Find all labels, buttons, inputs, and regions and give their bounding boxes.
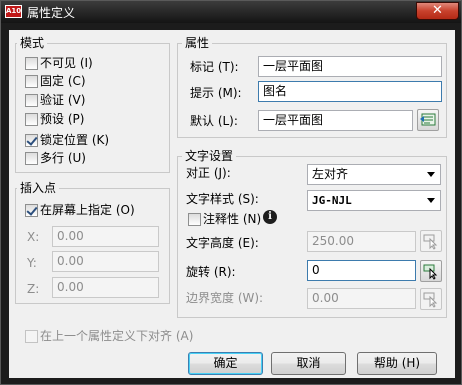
tag-input[interactable]: 一层平面图 — [258, 56, 442, 77]
title-bar[interactable]: A10 属性定义 ✕ — [1, 1, 461, 23]
x-label: X: — [27, 230, 40, 244]
z-input[interactable]: 0.00 — [52, 277, 159, 298]
text-height-input[interactable]: 250.00 — [307, 231, 416, 252]
chevron-down-icon — [427, 198, 435, 203]
insertion-point-group-title: 插入点 — [17, 181, 60, 195]
y-label: Y: — [27, 256, 37, 270]
rotation-pick-button[interactable] — [420, 260, 442, 282]
text-settings-group-title: 文字设置 — [182, 149, 237, 163]
invisible-label[interactable]: 不可见 (I) — [40, 56, 93, 70]
default-input[interactable]: 一层平面图 — [258, 110, 413, 131]
insert-field-icon — [420, 113, 436, 126]
dialog-title: 属性定义 — [27, 6, 76, 20]
rotation-label: 旋转 (R): — [186, 265, 236, 279]
autocad-app-icon: A10 — [5, 5, 22, 18]
boundary-width-label: 边界宽度 (W): — [186, 291, 264, 305]
pick-point-icon — [423, 234, 438, 250]
prompt-label: 提示 (M): — [190, 86, 242, 100]
constant-label[interactable]: 固定 (C) — [40, 74, 86, 88]
justification-select[interactable]: 左对齐 — [307, 164, 441, 185]
default-label: 默认 (L): — [190, 114, 238, 128]
invisible-checkbox[interactable] — [25, 57, 38, 70]
annotative-label[interactable]: 注释性 (N) — [203, 212, 261, 226]
mode-group-title: 模式 — [17, 36, 48, 50]
x-input[interactable]: 0.00 — [52, 226, 159, 247]
dialog-client: 模式 不可见 (I) 固定 (C) 验证 (V) 预设 (P) 锁定位置 (K)… — [9, 30, 455, 378]
info-icon[interactable]: i — [263, 210, 277, 224]
chevron-down-icon — [427, 172, 435, 177]
insert-field-button[interactable] — [417, 109, 439, 131]
boundary-width-input[interactable]: 0.00 — [307, 288, 416, 309]
lock-position-checkbox[interactable] — [25, 134, 38, 147]
justification-label: 对正 (J): — [186, 166, 231, 180]
specify-on-screen-label[interactable]: 在屏幕上指定 (O) — [40, 203, 135, 217]
y-input[interactable]: 0.00 — [52, 251, 159, 272]
verify-checkbox[interactable] — [25, 94, 38, 107]
align-below-label[interactable]: 在上一个属性定义下对齐 (A) — [40, 329, 193, 343]
prompt-input[interactable]: 图名 — [258, 81, 442, 102]
annotative-checkbox[interactable] — [188, 213, 201, 226]
pick-point-icon — [423, 292, 438, 308]
lock-position-label[interactable]: 锁定位置 (K) — [40, 133, 109, 147]
justification-value: 左对齐 — [312, 167, 349, 181]
constant-checkbox[interactable] — [25, 75, 38, 88]
boundary-width-pick-button[interactable] — [420, 288, 442, 310]
text-style-select[interactable]: JG-NJL — [307, 190, 441, 211]
preset-checkbox[interactable] — [25, 113, 38, 126]
preset-label[interactable]: 预设 (P) — [40, 112, 84, 126]
rotation-input[interactable]: 0 — [307, 260, 416, 281]
text-height-label: 文字高度 (E): — [186, 236, 259, 250]
text-style-value: JG-NJL — [312, 194, 352, 207]
close-button[interactable]: ✕ — [416, 2, 459, 20]
pick-point-icon — [423, 264, 438, 280]
help-button[interactable]: 帮助 (H) — [357, 352, 437, 375]
text-style-label: 文字样式 (S): — [186, 192, 259, 206]
text-height-pick-button[interactable] — [420, 230, 442, 252]
align-below-checkbox[interactable] — [25, 330, 38, 343]
verify-label[interactable]: 验证 (V) — [40, 93, 85, 107]
ok-button[interactable]: 确定 — [188, 352, 263, 375]
z-label: Z: — [27, 282, 40, 296]
cancel-button[interactable]: 取消 — [271, 352, 346, 375]
multiline-label[interactable]: 多行 (U) — [40, 151, 86, 165]
dialog-window: A10 属性定义 ✕ 模式 不可见 (I) 固定 (C) 验证 (V) 预设 (… — [0, 0, 462, 385]
specify-on-screen-checkbox[interactable] — [25, 204, 38, 217]
multiline-checkbox[interactable] — [25, 152, 38, 165]
tag-label: 标记 (T): — [190, 60, 239, 74]
attribute-group-title: 属性 — [182, 36, 213, 50]
